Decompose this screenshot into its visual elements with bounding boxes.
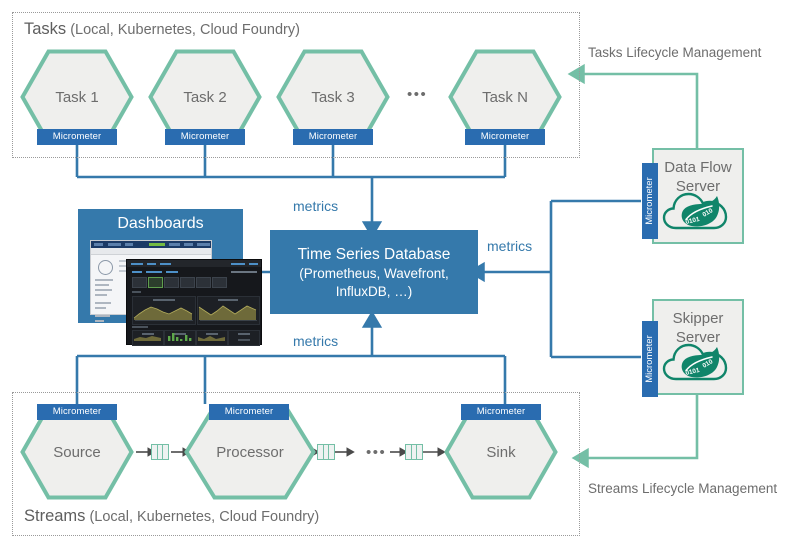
screenshot-back-sidebar [94, 258, 116, 322]
task-node-n[interactable]: Task N Micrometer [448, 49, 562, 145]
tasks-lifecycle-label: Tasks Lifecycle Management [588, 45, 762, 60]
screenshot-back-subbar [91, 248, 211, 255]
stream-node-processor[interactable]: Processor Micrometer [184, 404, 316, 500]
task-node-1-micrometer-badge[interactable]: Micrometer [37, 129, 117, 145]
stream-node-sink[interactable]: Sink Micrometer [444, 404, 558, 500]
task-node-1-label: Task 1 [55, 89, 99, 106]
tasks-lifecycle-arrow [567, 63, 699, 148]
task-node-3[interactable]: Task 3 Micrometer [276, 49, 390, 145]
streams-group-label-rest: (Local, Kubernetes, Cloud Foundry) [85, 509, 320, 525]
screenshot-panel-1 [132, 296, 196, 325]
task-node-3-micrometer-badge[interactable]: Micrometer [293, 129, 373, 145]
task-node-n-label: Task N [482, 89, 528, 106]
screenshot-front-filter-row [132, 277, 256, 288]
tasks-group-label-rest: (Local, Kubernetes, Cloud Foundry) [66, 22, 300, 38]
task-node-2-label: Task 2 [183, 89, 227, 106]
spring-cloud-dataflow-logo-icon: 0101 010 [660, 184, 736, 236]
metrics-label-streams: metrics [293, 333, 339, 349]
streams-ellipsis: ••• [366, 444, 387, 461]
servers-metrics-bus [467, 199, 641, 359]
task-node-3-label: Task 3 [311, 89, 355, 106]
stream-node-source-micrometer-badge[interactable]: Micrometer [37, 404, 117, 420]
task-node-2[interactable]: Task 2 Micrometer [148, 49, 262, 145]
tasks-ellipsis: ••• [407, 86, 428, 103]
metrics-label-tasks: metrics [293, 198, 339, 214]
message-queue-icon-3 [405, 444, 423, 460]
task-node-n-micrometer-badge[interactable]: Micrometer [465, 129, 545, 145]
screenshot-panel-5 [196, 330, 228, 346]
task-node-1[interactable]: Task 1 Micrometer [20, 49, 134, 145]
tasks-group-label: Tasks (Local, Kubernetes, Cloud Foundry) [24, 20, 300, 39]
screenshot-back-navbar [91, 241, 211, 248]
skipper-server-node[interactable]: Skipper Server 0101 010 Micrometer [642, 299, 744, 397]
tsdb-line-2: (Prometheus, Wavefront, [299, 265, 449, 281]
data-flow-server-node[interactable]: Data Flow Server 0101 010 Micrometer [642, 148, 744, 244]
message-queue-icon-1 [151, 444, 169, 460]
time-series-database-node[interactable]: Time Series Database (Prometheus, Wavefr… [270, 230, 478, 314]
stream-node-source-label: Source [53, 444, 101, 461]
stream-node-source[interactable]: Source Micrometer [20, 404, 134, 500]
metrics-label-servers: metrics [487, 238, 533, 254]
dashboards-panel[interactable]: Dashboards [78, 209, 262, 346]
dashboard-screenshot-front [126, 259, 262, 346]
screenshot-panel-4 [164, 330, 196, 346]
stream-node-sink-label: Sink [486, 444, 516, 461]
screenshot-panel-2 [197, 296, 260, 325]
stream-node-processor-label: Processor [216, 444, 284, 461]
screenshot-panel-3 [132, 330, 164, 346]
skipper-server-micrometer-badge[interactable]: Micrometer [642, 321, 658, 397]
architecture-diagram: Tasks (Local, Kubernetes, Cloud Foundry)… [0, 0, 800, 548]
data-flow-server-micrometer-badge[interactable]: Micrometer [642, 163, 658, 239]
data-flow-server-micrometer-badge-text: Micrometer [644, 177, 655, 225]
screenshot-panel-6 [228, 330, 260, 346]
tsdb-line-1: Time Series Database [297, 245, 451, 263]
tsdb-line-3: InfluxDB, …) [335, 283, 413, 299]
streams-lifecycle-arrow [571, 395, 699, 469]
stream-node-sink-micrometer-badge[interactable]: Micrometer [461, 404, 541, 420]
message-queue-icon-2 [317, 444, 335, 460]
tasks-group-label-strong: Tasks [24, 20, 67, 38]
stream-node-processor-micrometer-badge[interactable]: Micrometer [209, 404, 289, 420]
skipper-server-micrometer-badge-text: Micrometer [644, 335, 655, 383]
streams-group-label: Streams (Local, Kubernetes, Cloud Foundr… [24, 507, 319, 526]
spring-cloud-dataflow-logo-icon: 0101 010 [660, 335, 736, 387]
streams-lifecycle-label: Streams Lifecycle Management [588, 481, 778, 496]
task-node-2-micrometer-badge[interactable]: Micrometer [165, 129, 245, 145]
dashboards-title: Dashboards [117, 215, 204, 232]
streams-group-label-strong: Streams [24, 507, 86, 525]
screenshot-front-navbar [127, 260, 261, 267]
